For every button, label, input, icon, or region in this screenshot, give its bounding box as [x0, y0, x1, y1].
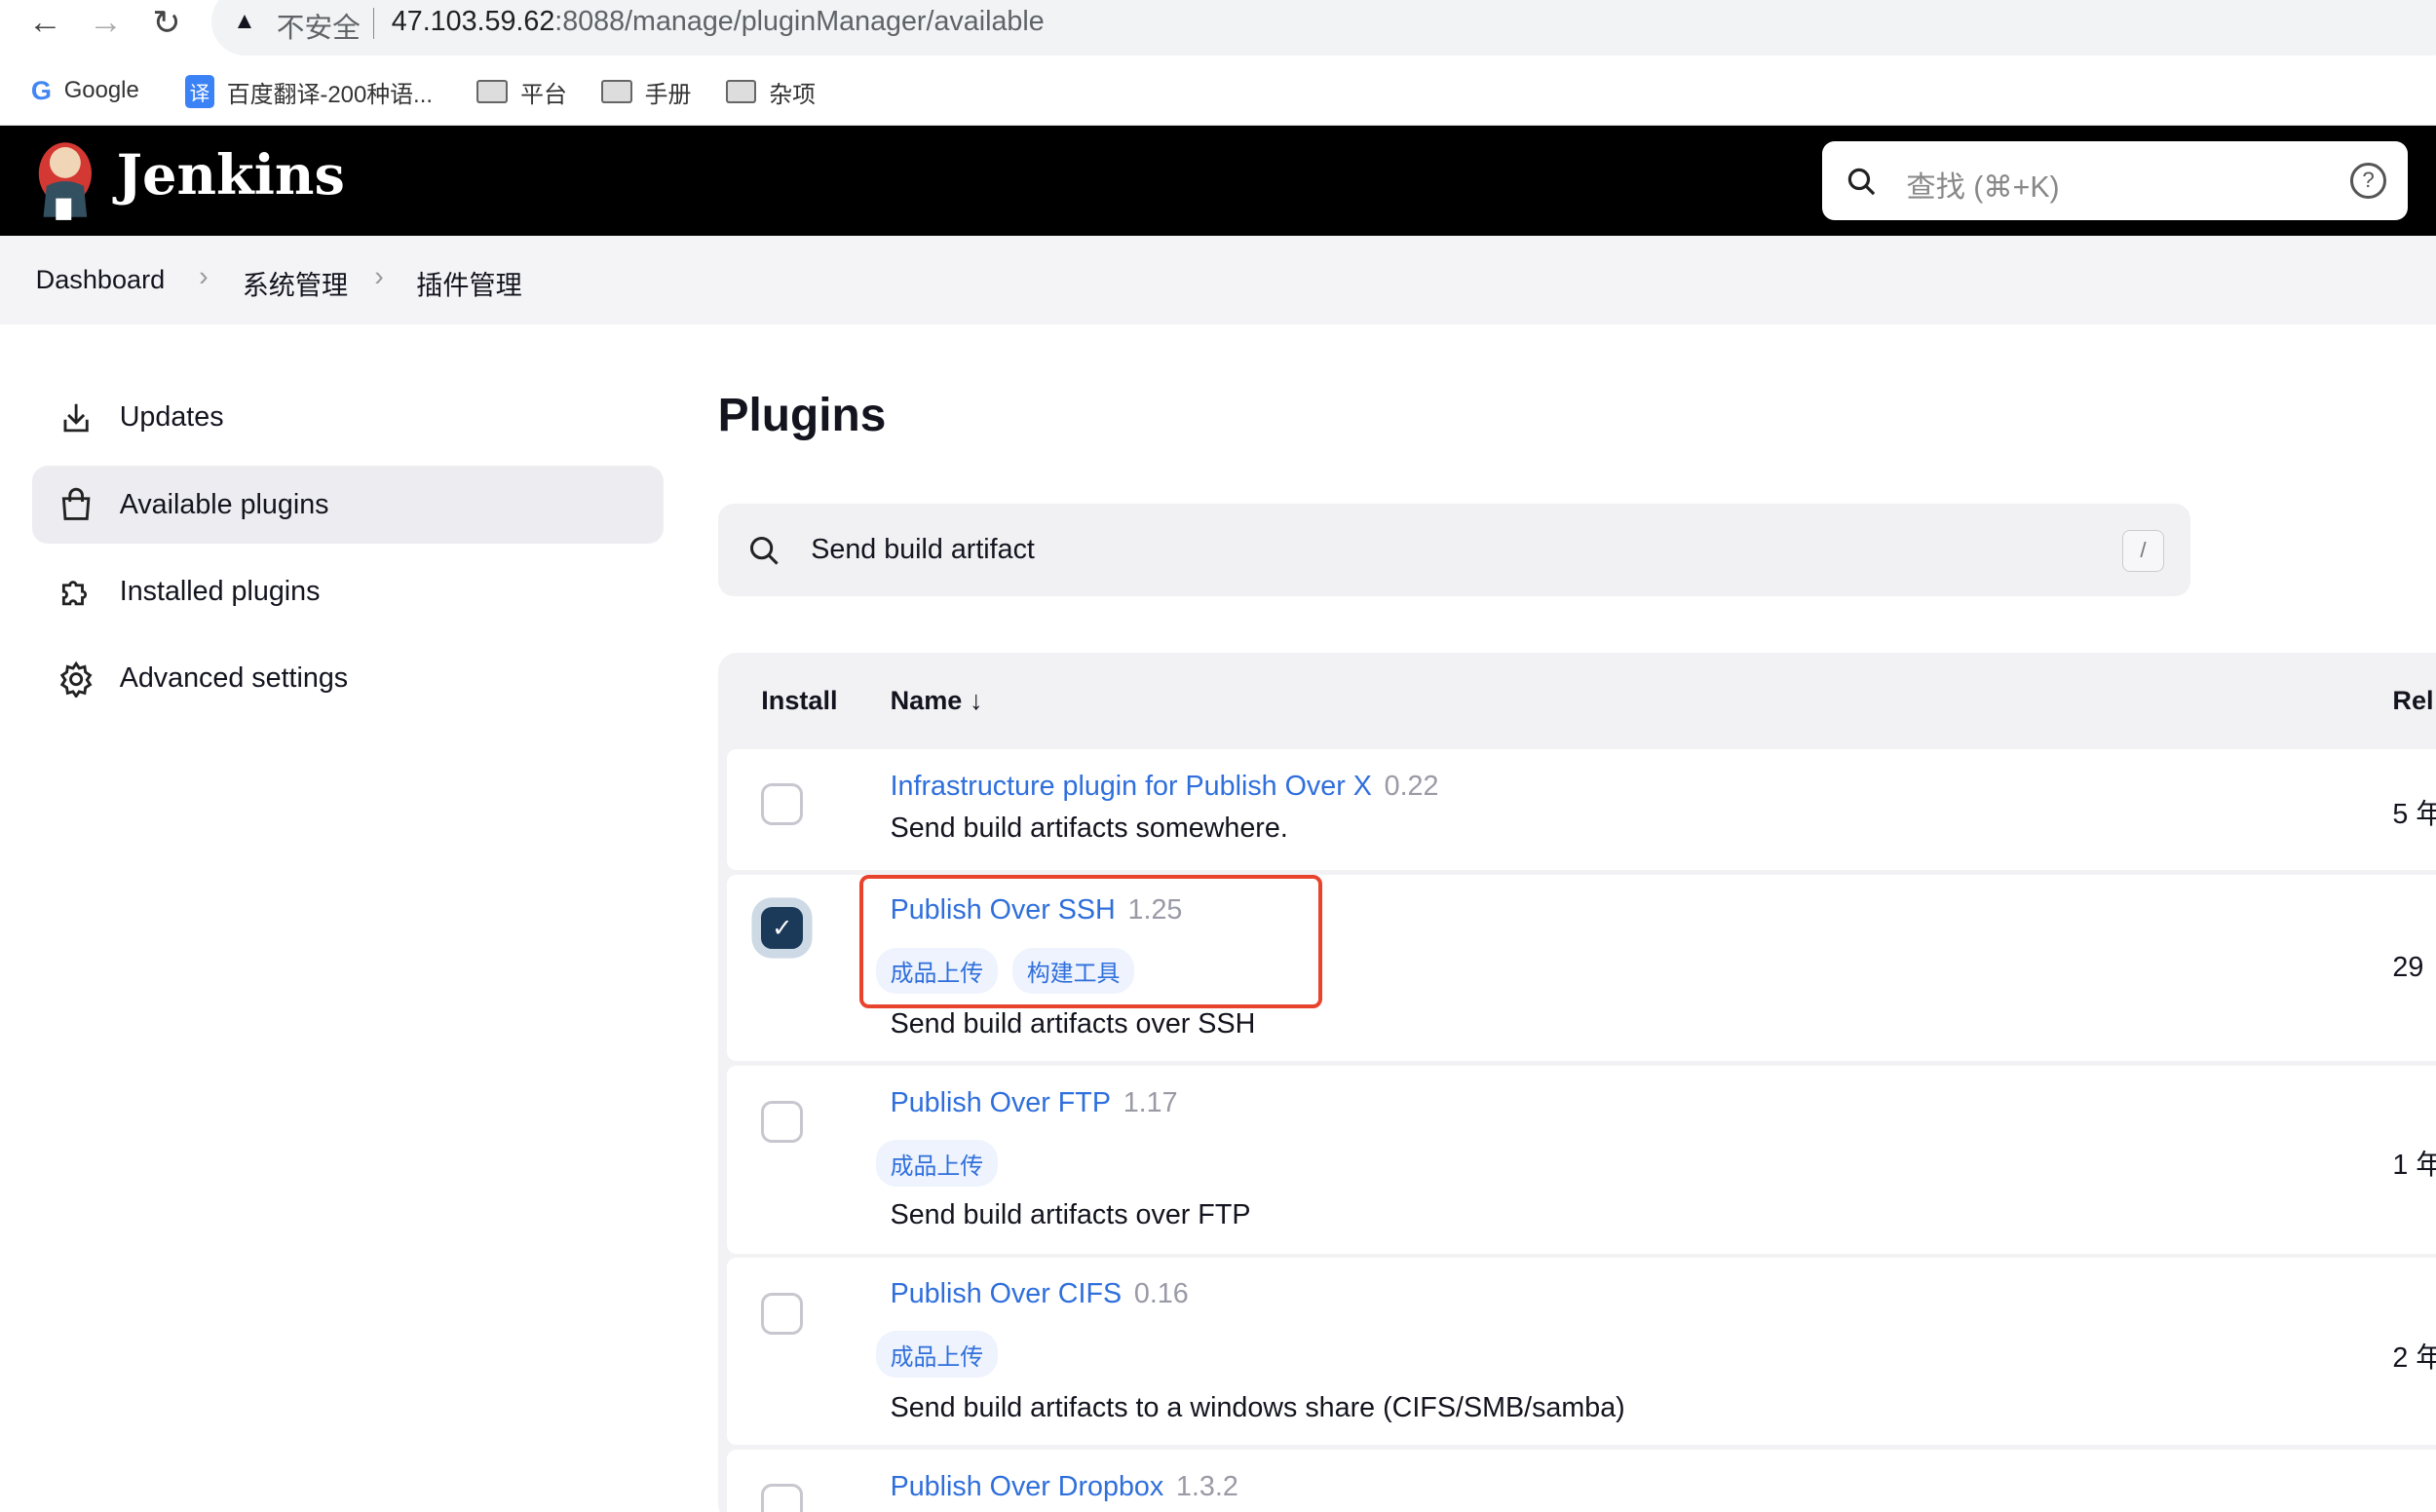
folder-icon [476, 80, 509, 103]
tag-badge[interactable]: 成品上传 [876, 1140, 998, 1188]
column-header-name[interactable]: Name ↓ [891, 685, 983, 716]
google-icon: G [30, 74, 52, 105]
column-header-released[interactable]: Rel [2392, 685, 2433, 716]
puzzle-icon [61, 581, 88, 606]
plugin-released: 1 年 [2392, 1150, 2436, 1182]
chevron-right-icon: › [374, 260, 384, 292]
chevron-right-icon: › [199, 260, 209, 292]
plugin-search-value[interactable]: Send build artifact [811, 534, 1035, 566]
sidebar-item-available-plugins[interactable]: Available plugins [32, 466, 664, 545]
column-header-install: Install [761, 685, 838, 716]
url-path: :8088/manage/pluginManager/available [554, 6, 1045, 38]
folder-icon [725, 80, 757, 103]
highlight-annotation-box [858, 874, 1322, 1008]
download-icon [63, 403, 89, 433]
plugin-version: 0.16 [1133, 1278, 1189, 1310]
sidebar-item-label: Available plugins [119, 488, 329, 520]
help-icon[interactable]: ? [2350, 163, 2386, 200]
bookmark-label: 杂项 [769, 81, 817, 108]
reload-icon[interactable]: ↻ [152, 3, 180, 43]
plugin-name[interactable]: Publish Over FTP [891, 1087, 1111, 1118]
plugin-name-link[interactable]: Publish Over FTP 1.17 [891, 1087, 1178, 1119]
url-host: 47.103.59.62 [391, 6, 555, 38]
plugin-name[interactable]: Publish Over CIFS [891, 1278, 1123, 1309]
security-label[interactable]: 不安全 [277, 6, 361, 46]
jenkins-logo-icon[interactable] [34, 139, 96, 223]
folder-icon [601, 80, 632, 103]
breadcrumb [0, 236, 2436, 325]
sidebar-item-label: Installed plugins [119, 575, 321, 607]
table-row [727, 748, 2436, 870]
install-checkbox[interactable] [761, 1292, 804, 1335]
plugin-name-link[interactable]: Infrastructure plugin for Publish Over X… [891, 771, 1439, 803]
keyboard-shortcut-hint: / [2121, 529, 2164, 572]
sidebar-item-label: Updates [119, 401, 224, 434]
jenkins-brand[interactable]: Jenkins [117, 144, 345, 208]
search-icon [1847, 168, 1875, 196]
translate-icon: 译 [184, 75, 215, 108]
sidebar-item-advanced-settings[interactable]: Advanced settings [32, 640, 663, 718]
bookmark-label: Google [63, 76, 139, 103]
forward-icon[interactable]: → [89, 3, 123, 42]
shopping-bag-icon [61, 487, 91, 520]
plugin-version: 0.22 [1384, 770, 1439, 802]
plugin-released: 29 [2392, 952, 2424, 984]
search-icon [749, 537, 779, 565]
bookmark-label: 百度翻译-200种语... [226, 81, 433, 108]
bookmark-baidu-translate[interactable]: 译百度翻译-200种语... [184, 75, 433, 109]
bookmark-folder-misc[interactable]: 杂项 [725, 75, 817, 109]
plugin-description: Send build artifacts somewhere. [890, 812, 1288, 844]
plugin-released: 5 年 [2392, 799, 2436, 831]
plugin-description: Send build artifacts to a windows share … [890, 1391, 1625, 1423]
plugin-tags: 成品上传 [876, 1331, 998, 1379]
plugin-released: 2 年 [2392, 1342, 2436, 1375]
install-checkbox[interactable]: ✓ [761, 907, 804, 950]
page-title: Plugins [717, 389, 887, 441]
plugin-name[interactable]: Infrastructure plugin for Publish Over X [891, 771, 1372, 802]
tag-badge[interactable]: 成品上传 [876, 1331, 998, 1379]
sidebar-item-installed-plugins[interactable]: Installed plugins [32, 553, 663, 631]
back-icon[interactable]: ← [28, 3, 62, 42]
plugin-name[interactable]: Publish Over Dropbox [891, 1471, 1164, 1502]
plugin-description: Send build artifacts over SSH [890, 1007, 1256, 1040]
bookmark-folder-manual[interactable]: 手册 [601, 75, 691, 109]
plugin-version: 1.17 [1123, 1087, 1178, 1119]
breadcrumb-plugin-manager[interactable]: 插件管理 [416, 264, 521, 302]
url-divider [372, 7, 375, 39]
plugin-tags: 成品上传 [876, 1140, 998, 1188]
warning-icon[interactable]: ▲ [233, 8, 256, 35]
checkmark-icon: ✓ [772, 914, 793, 942]
bookmark-label: 平台 [520, 81, 567, 108]
bookmark-folder-platform[interactable]: 平台 [476, 75, 567, 109]
bookmark-label: 手册 [644, 81, 692, 108]
breadcrumb-dashboard[interactable]: Dashboard [36, 264, 166, 295]
plugin-name-link[interactable]: Publish Over Dropbox 1.3.2 [891, 1471, 1238, 1503]
sidebar-item-updates[interactable]: Updates [32, 379, 663, 457]
install-checkbox[interactable] [761, 782, 804, 825]
install-checkbox[interactable] [761, 1101, 804, 1144]
url-text[interactable]: 47.103.59.62:8088/manage/pluginManager/a… [392, 6, 1045, 38]
global-search-placeholder: 查找 (⌘+K) [1906, 171, 2060, 205]
sidebar-item-label: Advanced settings [119, 662, 349, 695]
gear-icon [59, 661, 93, 698]
plugin-version: 1.3.2 [1175, 1470, 1238, 1502]
install-checkbox[interactable] [761, 1483, 804, 1512]
plugin-name-link[interactable]: Publish Over CIFS 0.16 [891, 1278, 1189, 1310]
bookmark-google[interactable]: G Google [31, 75, 139, 106]
plugin-description: Send build artifacts over FTP [890, 1198, 1251, 1230]
breadcrumb-manage[interactable]: 系统管理 [243, 264, 348, 302]
